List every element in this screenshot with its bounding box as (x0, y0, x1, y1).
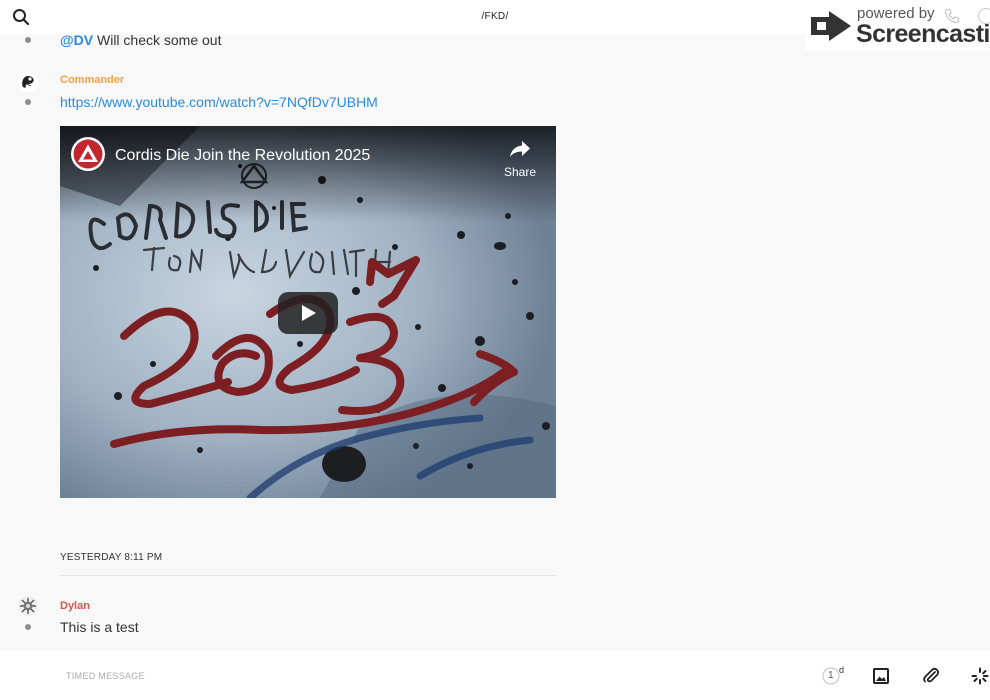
play-button[interactable] (278, 292, 338, 334)
timer-value: 1 (828, 670, 834, 681)
author-name[interactable]: Dylan (60, 600, 90, 612)
watermark-brand: Screencastify (856, 20, 990, 48)
video-embed[interactable]: Cordis Die Join the Revolution 2025 Shar… (60, 126, 556, 498)
image-icon[interactable] (871, 666, 891, 686)
screencastify-watermark: powered by Screencastify (805, 0, 990, 50)
info-icon[interactable] (978, 8, 990, 24)
avatar[interactable] (18, 72, 38, 92)
screencastify-logo (811, 11, 851, 41)
share-label: Share (503, 165, 537, 179)
attachment-icon[interactable] (921, 666, 941, 686)
timer-unit: d (839, 665, 845, 675)
author-name[interactable]: Commander (60, 74, 124, 86)
avatar[interactable] (18, 596, 38, 616)
message-body: Will check some out (93, 32, 222, 48)
message-bullet (25, 624, 31, 630)
youtube-link[interactable]: https://www.youtube.com/watch?v=7NQfDv7U… (60, 94, 378, 110)
video-title[interactable]: Cordis Die Join the Revolution 2025 (115, 147, 370, 165)
message-text: @DV Will check some out (60, 32, 221, 48)
message-bullet (25, 37, 31, 43)
share-button[interactable]: Share (500, 138, 540, 182)
message-text: This is a test (60, 619, 139, 635)
loading-spinner-icon[interactable] (970, 666, 990, 686)
channel-logo[interactable] (70, 136, 106, 172)
message-input[interactable]: TIMED MESSAGE (66, 671, 145, 681)
message-bullet (25, 99, 31, 105)
timestamp-divider: YESTERDAY 8:11 PM (60, 552, 163, 563)
phone-icon[interactable] (944, 8, 960, 24)
timer-button[interactable]: 1 d (822, 665, 845, 686)
divider (60, 575, 556, 576)
share-icon (510, 141, 530, 157)
composer-bar: TIMED MESSAGE 1 d (0, 650, 990, 700)
mention[interactable]: @DV (60, 32, 93, 48)
